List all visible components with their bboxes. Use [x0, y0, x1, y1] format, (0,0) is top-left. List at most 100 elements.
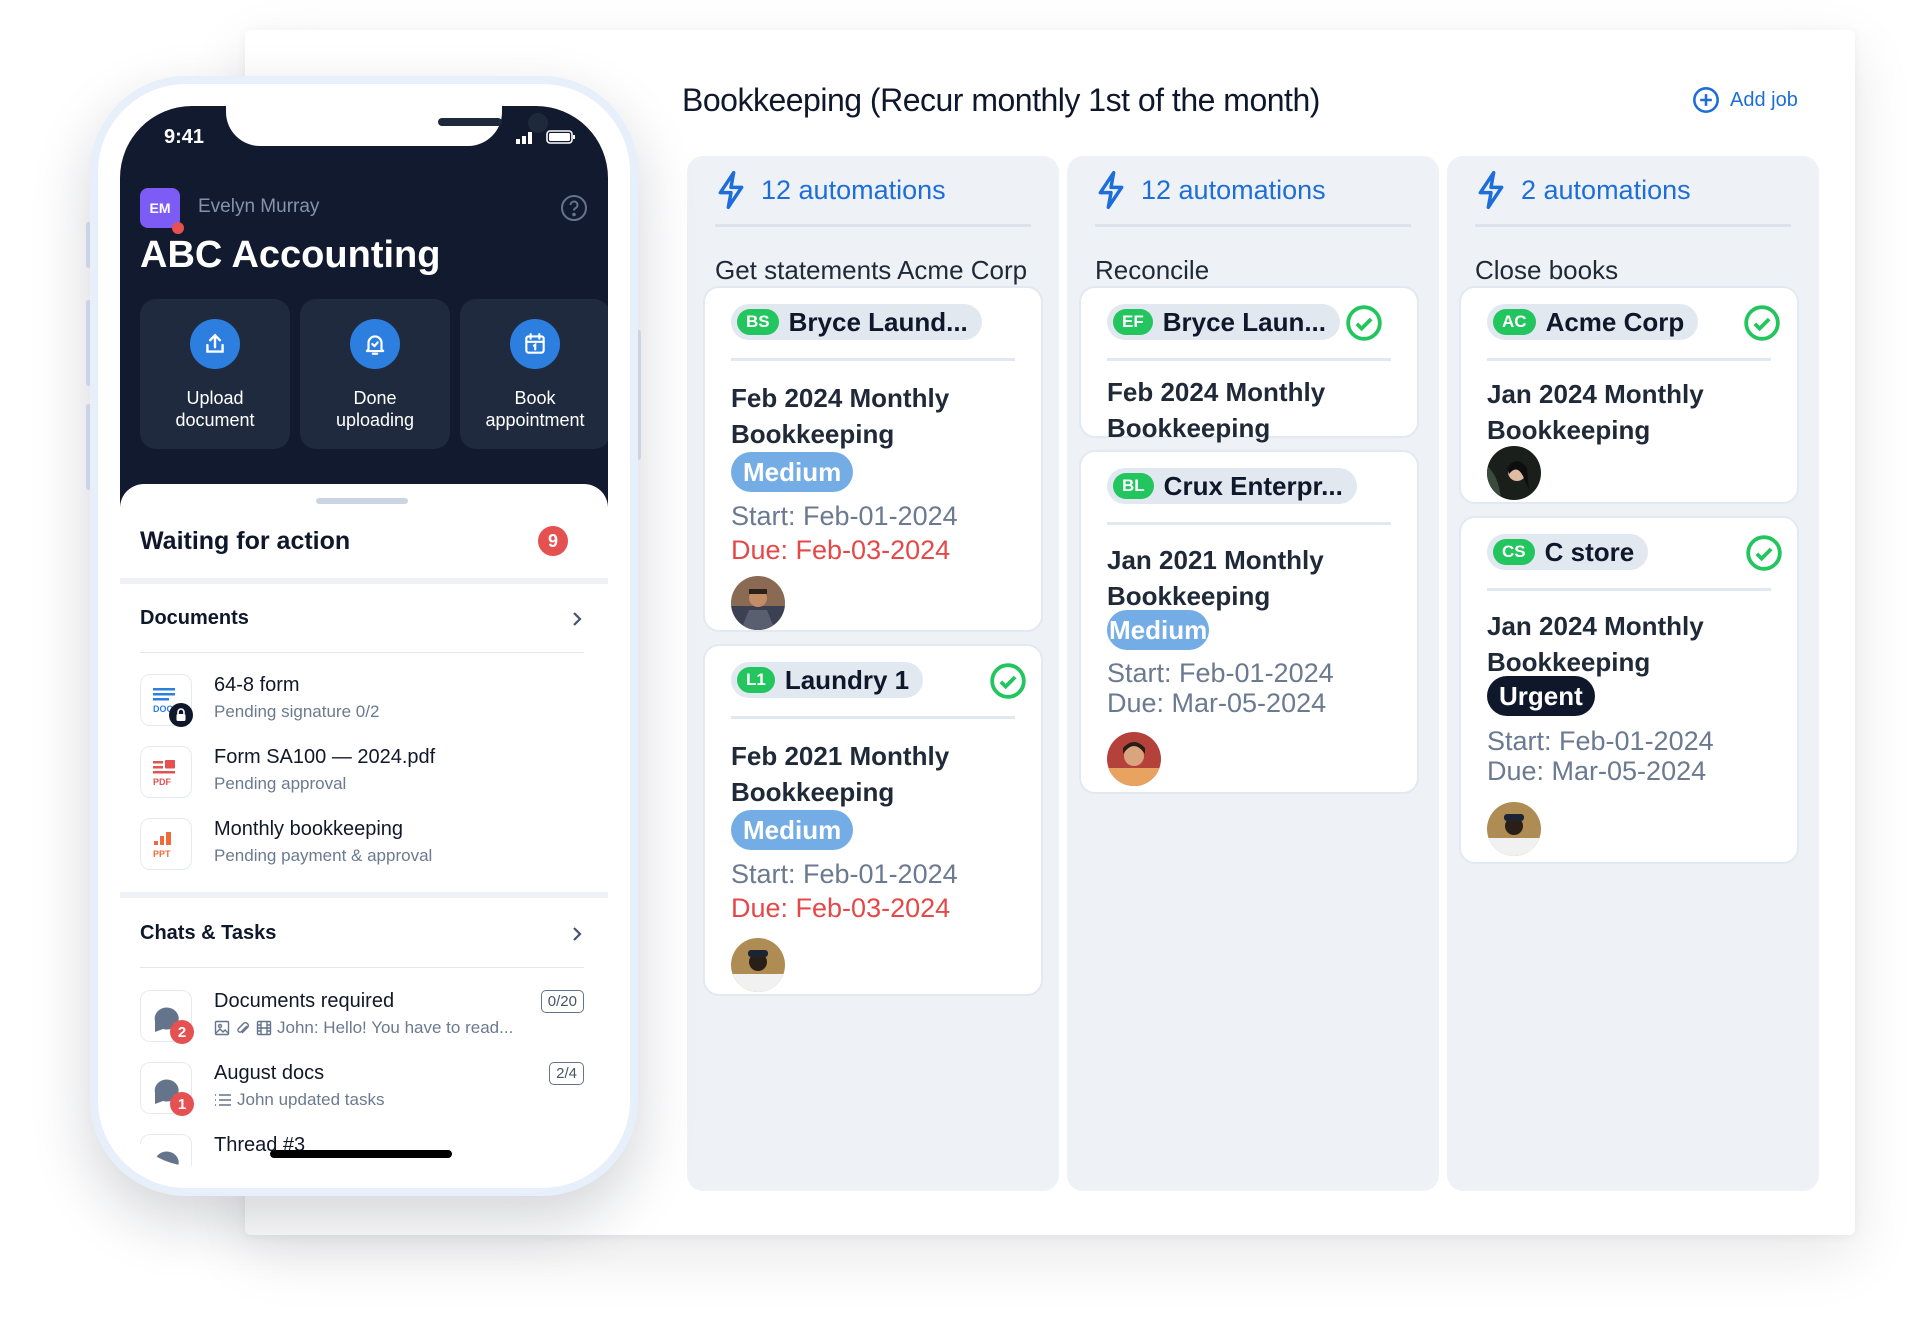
client-chip[interactable]: EF Bryce Laun... [1107, 304, 1341, 340]
ppt-file-icon: PPT [140, 818, 192, 870]
chat-preview-text: John updated tasks [237, 1090, 385, 1109]
divider [1475, 224, 1791, 227]
list-icon [215, 1094, 231, 1106]
column-title: Get statements Acme Corp [715, 255, 1028, 285]
battery-icon [546, 130, 575, 144]
job-title: Feb 2024 Monthly Bookkeeping [731, 383, 950, 449]
help-icon[interactable] [560, 194, 588, 222]
check-circle-icon [1746, 535, 1782, 571]
client-name: Laundry 1 [784, 664, 910, 695]
assignee-avatar[interactable] [1107, 732, 1161, 786]
chat-bubble-icon [140, 1134, 192, 1166]
svg-text:PDF: PDF [153, 777, 172, 787]
check-circle-icon [1346, 305, 1382, 341]
header-area: 9:41 EM Evelyn Murray ABC Accounting Upl… [120, 106, 608, 526]
client-chip[interactable]: BS Bryce Laund... [731, 304, 982, 340]
column-title: Close books [1475, 255, 1619, 285]
client-name: Acme Corp [1545, 306, 1685, 337]
lock-icon [169, 703, 193, 727]
chat-item[interactable]: 1 August docs John updated tasks 2/4 [140, 1062, 584, 1118]
job-title: Feb 2021 Monthly Bookkeeping [731, 741, 950, 807]
due-date: Due: Mar-05-2024 [1487, 756, 1707, 786]
divider [1107, 522, 1391, 525]
action-label: Book [514, 388, 556, 408]
job-card[interactable]: EF Bryce Laun... Feb 2024 Monthly Bookke… [1079, 286, 1419, 443]
chevron-right-icon [573, 611, 582, 626]
job-card[interactable]: CS C store Jan 2024 Monthly Bookkeeping … [1459, 516, 1799, 864]
notification-dot [172, 222, 184, 234]
job-card[interactable]: L1 Laundry 1 Feb 2021 Monthly Bookkeepin… [703, 644, 1043, 996]
speaker [438, 118, 502, 126]
calendar-icon [525, 333, 545, 354]
divider [1487, 358, 1771, 361]
add-job-button[interactable]: Add job [1692, 86, 1798, 114]
due-date: Due: Feb-03-2024 [731, 535, 951, 565]
assignee-avatar[interactable] [1487, 802, 1541, 856]
chat-title: August docs [214, 1062, 325, 1084]
client-chip[interactable]: BL Crux Enterpr... [1107, 468, 1357, 504]
chats-header[interactable]: Chats & Tasks [140, 922, 584, 945]
task-progress: 2/4 [549, 1062, 584, 1085]
section-title: Chats & Tasks [140, 922, 277, 944]
client-name: Bryce Laun... [1162, 306, 1327, 337]
section-divider [120, 578, 608, 584]
task-progress: 0/20 [540, 990, 584, 1013]
client-chip[interactable]: AC Acme Corp [1487, 304, 1699, 340]
action-label: Done [353, 388, 397, 408]
divider [731, 716, 1015, 719]
status-time: 9:41 [164, 126, 205, 148]
document-item[interactable]: PPT Monthly bookkeeping Pending payment … [140, 818, 584, 874]
chat-preview: John: Hello! You have to read... [214, 1018, 513, 1038]
client-initials: CS [1493, 539, 1535, 565]
chat-preview-text: John: Hello! You have to read... [277, 1018, 514, 1037]
client-initials: L1 [737, 667, 775, 693]
column-get-statements: 12 automations Get statements Acme Corp … [687, 156, 1059, 1191]
start-date: Start: Feb-01-2024 [1487, 726, 1714, 756]
client-initials: EF [1113, 309, 1153, 335]
automations-count: 12 automations [761, 174, 946, 205]
job-card[interactable]: BS Bryce Laund... Feb 2024 Monthly Bookk… [703, 286, 1043, 632]
client-name: C store [1544, 536, 1635, 567]
notch [226, 106, 548, 146]
assignee-avatar[interactable] [1487, 446, 1541, 500]
automations-link[interactable]: 12 automations [715, 170, 946, 210]
home-indicator[interactable] [270, 1150, 452, 1158]
add-job-label: Add job [1730, 88, 1798, 111]
sheet-grabber[interactable] [316, 498, 408, 504]
client-chip[interactable]: CS C store [1487, 534, 1649, 570]
action-label: Upload [186, 388, 244, 408]
automations-link[interactable]: 12 automations [1095, 170, 1326, 210]
divider [731, 358, 1015, 361]
start-date: Start: Feb-01-2024 [1107, 658, 1334, 688]
job-card[interactable]: BL Crux Enterpr... Jan 2021 Monthly Book… [1079, 450, 1419, 794]
priority-badge: Medium [731, 452, 854, 492]
document-item[interactable]: DOC 64-8 form Pending signature 0/2 [140, 674, 584, 730]
check-circle-icon [990, 663, 1026, 699]
assignee-avatar[interactable] [731, 938, 785, 992]
client-name: Bryce Laund... [788, 306, 968, 337]
documents-header[interactable]: Documents [140, 607, 584, 630]
client-chip[interactable]: L1 Laundry 1 [731, 662, 924, 698]
divider [1107, 358, 1391, 361]
automations-link[interactable]: 2 automations [1475, 170, 1691, 210]
document-title: Monthly bookkeeping [214, 818, 404, 840]
assignee-avatar[interactable] [731, 576, 785, 630]
due-date: Due: Mar-05-2024 [1107, 688, 1327, 718]
user-name: Evelyn Murray [198, 196, 320, 217]
priority-badge: Urgent [1487, 676, 1595, 716]
job-title: Feb 2024 Monthly Bookkeeping [1107, 377, 1326, 443]
document-title: 64-8 form [214, 674, 300, 696]
chat-item[interactable]: 2 Documents required John: Hello! You ha… [140, 990, 584, 1046]
divider [715, 224, 1031, 227]
lightning-icon [1478, 170, 1504, 210]
document-item[interactable]: PDF Form SA100 — 2024.pdf Pending approv… [140, 746, 584, 802]
waiting-count-badge: 9 [538, 526, 568, 556]
upload-document-button[interactable]: Upload document [140, 299, 290, 449]
client-initials: BL [1113, 473, 1154, 499]
job-card[interactable]: AC Acme Corp Jan 2024 Monthly Bookkeepin… [1459, 286, 1799, 504]
client-initials: AC [1493, 309, 1536, 335]
done-uploading-button[interactable]: Done uploading [300, 299, 450, 449]
start-date: Start: Feb-01-2024 [731, 859, 958, 889]
signal-icon [516, 132, 532, 144]
book-appointment-button[interactable]: Book appointment [460, 299, 608, 449]
